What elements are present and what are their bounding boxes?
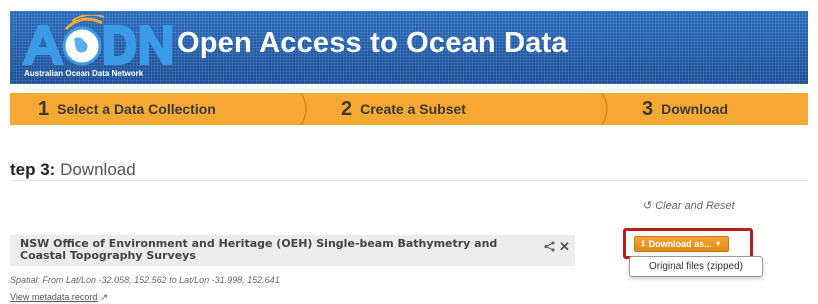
step-create-subset[interactable]: 2 Create a Subset xyxy=(341,93,466,125)
collection-panel: NSW Office of Environment and Heritage (… xyxy=(10,235,575,266)
step-heading: tep 3: Download xyxy=(10,160,136,180)
download-as-label: Download as... xyxy=(648,239,712,249)
external-link-icon: ↗ xyxy=(100,292,108,302)
step-heading-prefix: tep 3: xyxy=(10,160,56,179)
step-label: Download xyxy=(661,101,729,117)
site-title: Open Access to Ocean Data xyxy=(177,27,568,59)
view-metadata-link[interactable]: View metadata record ↗ xyxy=(10,292,108,303)
caret-down-icon: ▼ xyxy=(714,240,722,248)
step-separator-icon xyxy=(601,93,608,125)
logo-subtitle: Australian Ocean Data Network xyxy=(24,69,144,78)
step-label: Select a Data Collection xyxy=(57,101,216,117)
divider xyxy=(10,180,808,181)
step-label: Create a Subset xyxy=(360,101,466,117)
step-number: 2 xyxy=(341,97,353,120)
site-header: Australian Ocean Data Network Open Acces… xyxy=(10,11,808,84)
step-heading-text: Download xyxy=(60,160,136,179)
download-options-menu: Original files (zipped) xyxy=(629,256,763,277)
collection-title: NSW Office of Environment and Heritage (… xyxy=(20,237,498,262)
undo-icon: ↺ xyxy=(643,200,653,212)
clear-and-reset-link[interactable]: ↺ Clear and Reset xyxy=(643,199,735,213)
download-as-button[interactable]: ⭳ Download as... ▼ xyxy=(634,236,729,252)
view-metadata-label: View metadata record xyxy=(10,292,98,302)
step-number: 3 xyxy=(642,97,654,120)
menu-item-original-files[interactable]: Original files (zipped) xyxy=(630,257,762,276)
share-icon[interactable] xyxy=(544,241,555,255)
step-number: 1 xyxy=(38,97,50,120)
steps-bar: 1 Select a Data Collection 2 Create a Su… xyxy=(10,93,808,125)
clear-and-reset-label: Clear and Reset xyxy=(655,199,735,212)
step-select-collection[interactable]: 1 Select a Data Collection xyxy=(38,93,216,125)
step-download[interactable]: 3 Download xyxy=(642,93,728,125)
step-separator-icon xyxy=(300,93,307,125)
logo-graphic xyxy=(22,15,172,66)
close-icon[interactable]: ✕ xyxy=(559,239,570,255)
aodn-logo[interactable]: Australian Ocean Data Network xyxy=(20,15,175,78)
download-icon: ⭳ xyxy=(641,238,645,248)
spatial-extent: Spatial: From Lat/Lon -32.058, 152.562 t… xyxy=(10,275,280,285)
